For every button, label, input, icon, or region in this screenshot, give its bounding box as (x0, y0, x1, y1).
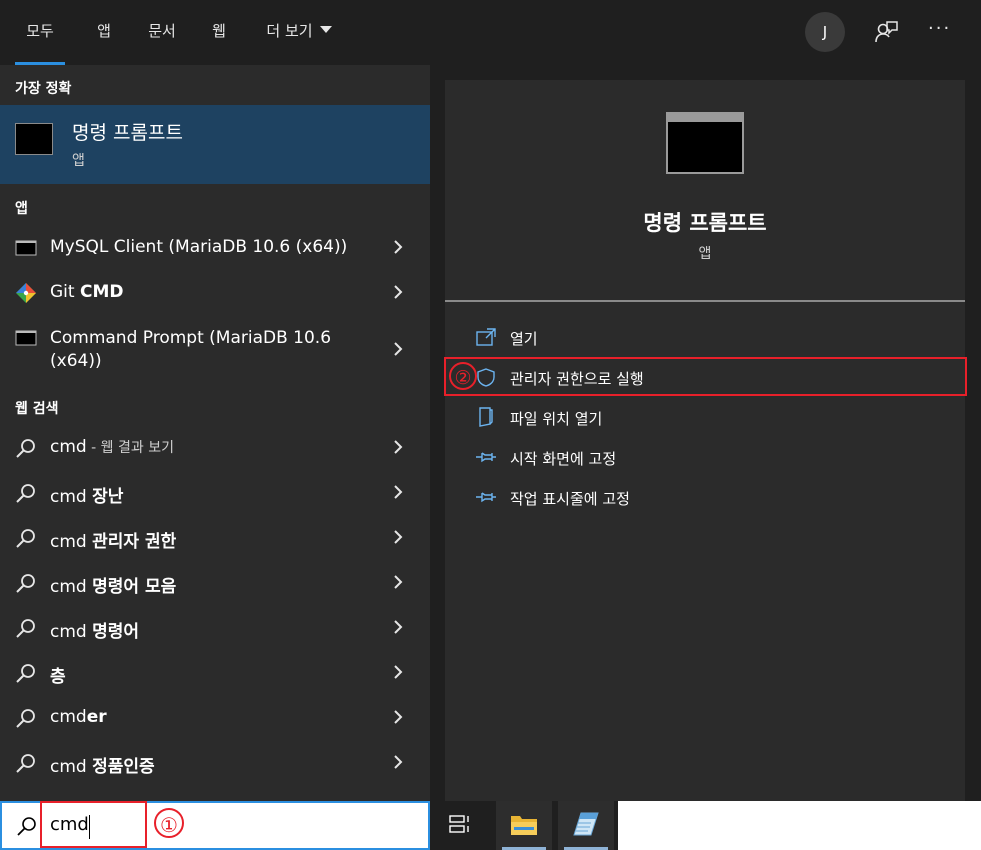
web-result-item[interactable]: cmd 장난 (0, 470, 430, 515)
step-2-marker: ② (449, 362, 477, 390)
web-result-item[interactable]: cmder (0, 695, 430, 740)
task-view-button[interactable] (432, 801, 488, 850)
search-icon (16, 574, 35, 593)
detail-title: 명령 프롬프트 (643, 211, 767, 235)
command-prompt-icon (15, 123, 53, 155)
file-location-icon (479, 407, 493, 427)
web-result-item[interactable]: 층 (0, 650, 430, 695)
search-icon (16, 529, 35, 548)
run-as-admin-highlight (444, 357, 967, 396)
web-result-item[interactable]: cmd 관리자 권한 (0, 515, 430, 560)
web-result-item[interactable]: cmd 정품인증 (0, 740, 430, 785)
web-result-label: cmd 정품인증 (50, 757, 155, 777)
detail-subtitle: 앱 (698, 246, 712, 262)
pin-icon (476, 452, 496, 463)
list-item[interactable]: Command Prompt (MariaDB 10.6 (x64)) (0, 315, 430, 375)
tab-web[interactable]: 웹 (204, 0, 234, 65)
notepad-icon (573, 812, 599, 836)
more-options-button[interactable]: ··· (928, 18, 951, 39)
chevron-right-icon[interactable] (392, 619, 404, 635)
chevron-right-icon[interactable] (392, 439, 404, 455)
list-item-label: Command Prompt (MariaDB 10.6 (x64)) (50, 328, 332, 371)
chevron-right-icon[interactable] (392, 754, 404, 770)
action-open[interactable]: 열기 (475, 320, 955, 354)
apps-header: 앱 (15, 201, 28, 217)
list-item-label: MySQL Client (MariaDB 10.6 (x64)) (50, 237, 348, 257)
divider (445, 300, 965, 302)
list-item-label: Git CMD (50, 282, 124, 302)
tab-documents[interactable]: 문서 (140, 0, 184, 65)
tab-all[interactable]: 모두 (15, 0, 65, 65)
chevron-right-icon[interactable] (392, 574, 404, 590)
git-icon (16, 283, 36, 303)
tab-apps[interactable]: 앱 (88, 0, 120, 65)
tab-more-label: 더 보기 (266, 22, 313, 40)
web-result-label: cmd 명령어 (50, 622, 140, 642)
taskbar (430, 801, 618, 850)
search-icon (16, 664, 35, 683)
best-match-subtitle: 앱 (72, 153, 85, 169)
web-result-item[interactable]: cmd 명령어 모음 (0, 560, 430, 605)
web-result-label: cmd 장난 (50, 487, 124, 507)
web-result-label: cmd 명령어 모음 (50, 577, 177, 597)
action-label: 시작 화면에 고정 (510, 450, 617, 468)
chevron-right-icon[interactable] (392, 284, 404, 300)
chevron-down-icon (319, 26, 332, 33)
terminal-icon (15, 240, 37, 256)
best-match-item[interactable]: 명령 프롬프트 앱 (0, 105, 430, 184)
best-match-header: 가장 정확 (15, 81, 72, 97)
folder-icon (511, 816, 537, 835)
step-1-marker: ① (154, 808, 184, 838)
search-icon (16, 619, 35, 638)
search-icon (16, 754, 35, 773)
action-label: 열기 (510, 330, 538, 348)
search-input-highlight (40, 801, 147, 848)
pin-icon (476, 492, 496, 503)
notepad-button[interactable] (558, 801, 614, 850)
search-scope-bar: 모두 앱 문서 웹 더 보기 J ··· (0, 0, 981, 65)
list-item[interactable]: Git CMD (0, 270, 430, 315)
chevron-right-icon[interactable] (392, 664, 404, 680)
command-prompt-icon (666, 112, 744, 174)
web-result-label: cmd - 웹 결과 보기 (50, 437, 174, 457)
search-icon (16, 484, 35, 503)
search-icon (17, 817, 36, 836)
web-search-header: 웹 검색 (15, 401, 59, 417)
feedback-icon[interactable] (872, 18, 900, 46)
chevron-right-icon[interactable] (392, 529, 404, 545)
action-label: 파일 위치 열기 (510, 410, 603, 428)
open-icon (476, 328, 496, 346)
action-open-file-location[interactable]: 파일 위치 열기 (475, 400, 955, 434)
best-match-title: 명령 프롬프트 (72, 122, 183, 144)
task-view-icon (449, 815, 469, 833)
web-result-label: 층 (50, 667, 66, 687)
file-explorer-button[interactable] (496, 801, 552, 850)
search-icon (16, 709, 35, 728)
chevron-right-icon[interactable] (392, 484, 404, 500)
terminal-icon (15, 330, 37, 346)
detail-pane: 명령 프롬프트 앱 열기 관리자 권한으로 실행 파일 위치 열기 시작 화면에… (430, 65, 981, 801)
action-label: 작업 표시줄에 고정 (510, 490, 630, 508)
app-detail-card: 명령 프롬프트 앱 열기 관리자 권한으로 실행 파일 위치 열기 시작 화면에… (445, 80, 965, 801)
results-pane: 가장 정확 명령 프롬프트 앱 앱 MySQL Client (MariaDB … (0, 65, 430, 801)
chevron-right-icon[interactable] (392, 709, 404, 725)
action-pin-to-taskbar[interactable]: 작업 표시줄에 고정 (475, 480, 955, 514)
web-result-item[interactable]: cmd 명령어 (0, 605, 430, 650)
web-result-label: cmd 관리자 권한 (50, 532, 177, 552)
tab-more[interactable]: 더 보기 (254, 0, 344, 65)
web-result-label: cmder (50, 707, 107, 727)
chevron-right-icon[interactable] (392, 239, 404, 255)
search-icon (16, 439, 35, 458)
avatar[interactable]: J (805, 12, 845, 52)
chevron-right-icon[interactable] (392, 341, 404, 357)
list-item[interactable]: MySQL Client (MariaDB 10.6 (x64)) (0, 225, 430, 270)
web-result-item[interactable]: cmd - 웹 결과 보기 (0, 425, 430, 470)
action-pin-to-start[interactable]: 시작 화면에 고정 (475, 440, 955, 474)
